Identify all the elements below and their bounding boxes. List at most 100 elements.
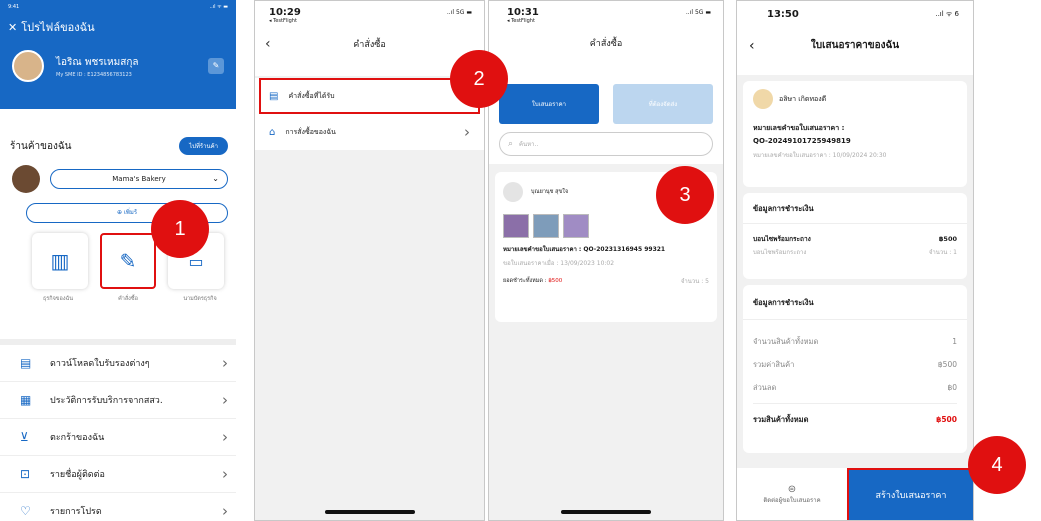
chevron-right-icon: › [222,428,228,446]
status-time: 10:31 [507,7,539,18]
user-name: ไอริณ พชรเหมสกุล [56,56,139,68]
page-title: คำสั่งซื้อ [589,39,623,49]
chevron-right-icon: › [464,123,470,141]
status-icons: ..ıl 5G ▬ [685,9,711,16]
menu-label: ตะกร้าของฉัน [50,433,105,443]
menu-item-cart[interactable]: ⊻ ตะกร้าของฉัน › [0,419,236,456]
payment-heading: ข้อมูลการชำระเงิน [753,298,814,307]
tile-label-orders: คำสั่งซื้อ [118,296,138,302]
payment-summary-card: ข้อมูลการชำระเงิน จำนวนสินค้าทั้งหมด 1 รว… [743,285,967,453]
tile-label-business: ธุรกิจของฉัน [42,296,74,302]
add-shop-label: เพิ่มร้ [123,209,138,216]
menu-label: คำสั่งซื้อที่ได้รับ [288,91,335,100]
item-qty: จำนวน : 1 [928,249,957,256]
member-id: My SME ID : E1234856783123 [56,71,132,78]
history-doc-icon: ▦ [20,393,32,407]
menu-label: ประวัติการรับบริการจากสสว. [50,396,163,406]
quote-date: ขอใบเสนอราคาเมื่อ : 13/09/2023 10:02 [503,260,615,267]
quote-date: หมายเลขคำขอใบเสนอราคา : 10/09/2024 20:30 [753,152,887,159]
shop-avatar [12,165,40,193]
status-icons: ..ıl 5G ▬ [446,9,472,16]
product-image [563,214,589,238]
menu-item-service-history[interactable]: ▦ ประวัติการรับบริการจากสสว. › [0,382,236,419]
summary-row: จำนวนสินค้าทั้งหมด 1 [743,330,967,353]
item-subtitle: บอนไซพร้อมกระถาง [753,249,807,256]
product-image [503,214,529,238]
menu-label: ดาวน์โหลดใบรับรองต่างๆ [50,359,150,369]
tab-to-ship[interactable]: ที่ต้องจัดส่ง [613,84,713,124]
status-icons: ..ıl ᯤ 6 [935,10,959,18]
row-label: รวมค่าสินค้า [753,359,795,369]
total-value: ฿500 [548,278,563,284]
search-input[interactable]: ⌕ ค้นหา.. [499,132,713,156]
step-marker-3: 3 [656,166,714,224]
menu-item-download-certs[interactable]: ▤ ดาวน์โหลดใบรับรองต่างๆ › [0,345,236,382]
item-name: บอนไซพร้อมกระถาง [753,235,811,243]
total-value: ฿500 [936,415,957,424]
contact-book-icon: ⊡ [20,467,31,481]
row-value: ฿500 [937,360,957,369]
page-title: คำสั่งซื้อ [353,40,386,50]
storefront-icon: ▥ [50,249,70,273]
status-icons: ..ıl ᯤ ▬ [209,4,228,10]
back-arrow-icon[interactable]: ‹ [749,38,755,54]
heart-icon: ♡ [20,504,31,518]
summary-total-row: รวมสินค้าทั้งหมด ฿500 [743,408,967,431]
status-time: 9:41 [8,4,20,10]
page-title: ใบเสนอราคาของฉัน [810,40,900,51]
quote-number: หมายเลขคำขอใบเสนอราคา : QO-20231316945 9… [503,246,666,253]
close-icon[interactable]: ✕ [8,21,17,34]
goto-shop-button[interactable]: ไปที่ร้านค้า [179,137,228,155]
create-quotation-button[interactable]: สร้างใบเสนอราคา [847,468,973,520]
chevron-down-icon: ⌄ [212,174,219,183]
step-marker-2: 2 [450,50,508,108]
row-label: จำนวนสินค้าทั้งหมด [753,336,819,346]
menu-item-my-purchases[interactable]: ⌂ การสั่งซื้อของฉัน › [255,114,484,150]
chevron-right-icon: › [222,502,228,520]
buyer-name: บุณยานุช สุขใจ [531,189,569,195]
tile-orders[interactable]: ✎ [100,233,156,289]
menu-label: รายการโปรด [50,507,102,517]
quote-header-card: อลิษา เกิดทองดี หมายเลขคำขอใบเสนอราคา : … [743,81,967,187]
edit-icon[interactable]: ✎ [208,58,224,74]
row-value: 1 [952,337,957,346]
menu-item-received-orders[interactable]: ▤ คำสั่งซื้อที่ได้รับ [259,78,480,114]
cart-icon: ⊻ [20,430,29,444]
certificate-icon: ▤ [20,356,32,370]
quote-label: หมายเลขคำขอใบเสนอราคา : [753,124,845,132]
search-placeholder: ค้นหา.. [519,141,539,148]
quote-number: QO-20249101725949819 [753,137,851,145]
row-label: ส่วนลด [753,382,777,392]
item-price: ฿500 [938,235,957,243]
total-label: รวมสินค้าทั้งหมด [753,414,809,424]
screen-profile: 9:41 ..ıl ᯤ ▬ ✕ โปรไฟล์ของฉัน ไอริณ พชรเ… [0,0,236,521]
quantity: จำนวน : 5 [680,278,709,285]
document-icon: ▤ [269,90,279,102]
tab-quotations[interactable]: ใบเสนอราคา [499,84,599,124]
payment-item-card: ข้อมูลการชำระเงิน บอนไซพร้อมกระถาง ฿500 … [743,193,967,279]
menu-item-favorites[interactable]: ♡ รายการโปรด › [0,493,236,521]
chevron-right-icon: › [222,391,228,409]
step-marker-4: 4 [968,436,1026,494]
contact-requester-button[interactable]: ⊜ ติดต่อผู้ขอใบเสนอราค [737,484,847,505]
home-indicator [561,510,651,514]
buyer-avatar [503,182,523,202]
payment-heading: ข้อมูลการชำระเงิน [753,204,814,213]
menu-item-contacts[interactable]: ⊡ รายชื่อผู้ติดต่อ › [0,456,236,493]
row-value: ฿0 [947,383,957,392]
product-image [533,214,559,238]
screen-quotations: 10:31 ..ıl 5G ▬ ◂ TestFlight คำสั่งซื้อ … [488,0,724,521]
tile-my-business[interactable]: ▥ [32,233,88,289]
status-time: 13:50 [767,9,799,20]
home-indicator [325,510,415,514]
page-title: โปรไฟล์ของฉัน [21,21,95,34]
avatar [12,50,44,82]
buyer-name: อลิษา เกิดทองดี [779,94,827,103]
buyer-avatar [753,89,773,109]
summary-row: ส่วนลด ฿0 [743,376,967,399]
summary-row: รวมค่าสินค้า ฿500 [743,353,967,376]
shop-select[interactable]: Mama's Bakery ⌄ [50,169,228,189]
shop-name: Mama's Bakery [112,175,166,183]
menu-label: รายชื่อผู้ติดต่อ [50,470,105,480]
menu-label: การสั่งซื้อของฉัน [285,127,336,136]
